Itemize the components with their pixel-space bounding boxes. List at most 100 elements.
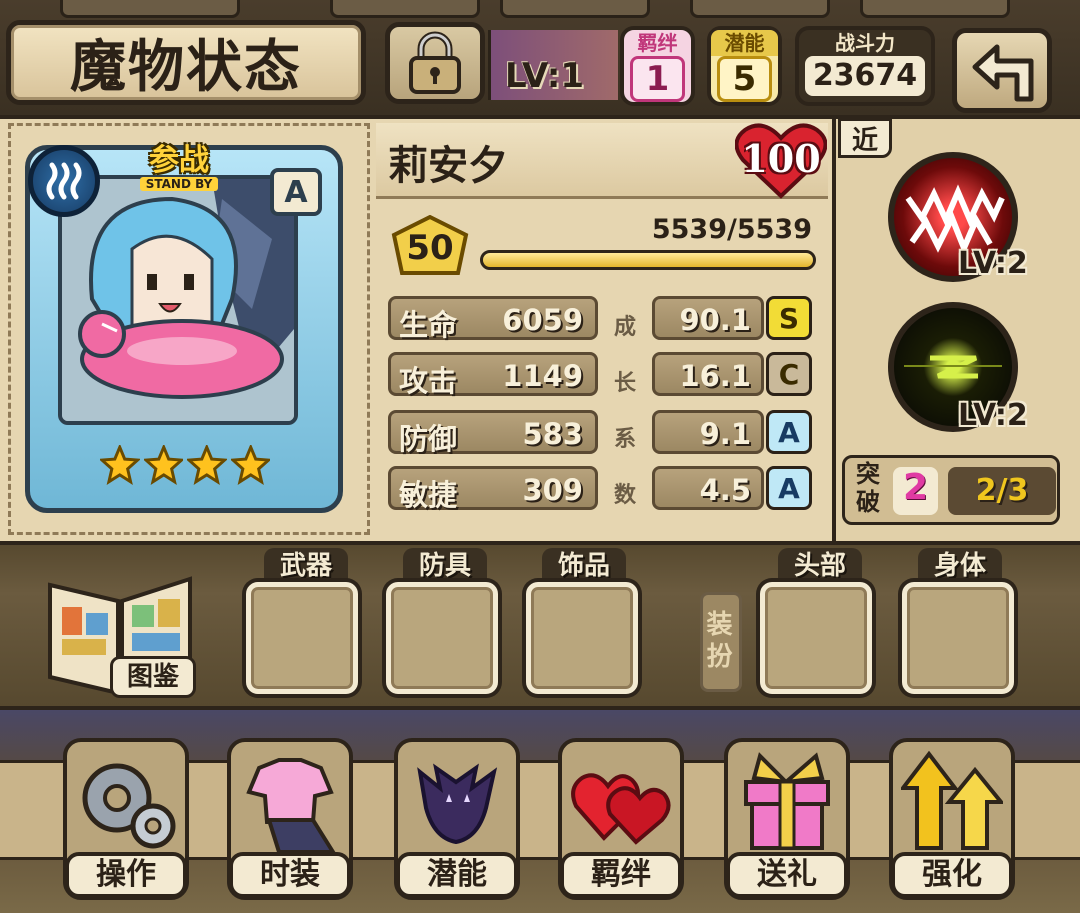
exp-bar-fill: [483, 253, 813, 267]
growth-label-char: 长: [613, 371, 636, 396]
menu-label: 送礼: [726, 852, 848, 898]
growth-value-box: 90.1: [652, 296, 764, 340]
bond-label: 羁绊: [637, 31, 678, 55]
exp-text: 5539/5539: [651, 214, 812, 245]
stat-row: 生命 6059: [388, 296, 598, 342]
menu-button-potential[interactable]: 潜能: [394, 738, 520, 900]
slot-label-accessory: 饰品: [542, 548, 626, 584]
combat-power-counter: 战斗力 23674: [795, 26, 935, 106]
growth-grade-badge: A: [766, 466, 812, 510]
gear-icon: [82, 763, 176, 849]
growth-coefficient-label: 成长系数: [610, 300, 640, 524]
back-arrow-icon: [972, 44, 1034, 101]
stat-value: 583: [522, 417, 583, 451]
growth-value: 4.5: [699, 473, 751, 507]
growth-grade-badge: S: [766, 296, 812, 340]
growth-value-box: 4.5: [652, 466, 764, 510]
potential-value: 5: [717, 56, 772, 102]
stat-name: 敏捷: [399, 478, 458, 512]
monster-portrait: [58, 175, 298, 425]
menu-label: 强化: [891, 852, 1013, 898]
back-button[interactable]: [952, 28, 1052, 113]
stat-name: 攻击: [399, 364, 458, 398]
growth-grade-badge: A: [766, 410, 812, 454]
dress-up-label: 装扮: [700, 592, 742, 692]
codex-button[interactable]: 图鉴: [110, 656, 196, 698]
menu-button-bond[interactable]: 羁绊: [558, 738, 684, 900]
affection-value: 100: [741, 136, 821, 181]
growth-label-char: 系: [613, 427, 636, 452]
skill-level: LV:2: [958, 398, 1028, 433]
standby-banner: 参战 STAND BY: [84, 135, 274, 191]
menu-button-enhance[interactable]: 强化: [889, 738, 1015, 900]
menu-label: 潜能: [396, 852, 518, 898]
potential-label: 潜能: [711, 30, 778, 56]
stat-value: 1149: [502, 359, 583, 393]
equip-slot-armor[interactable]: [386, 582, 498, 694]
attack-range-tag: 近: [838, 118, 892, 158]
growth-label-char: 成: [613, 315, 636, 340]
page-title: 魔物状态: [70, 34, 302, 100]
monster-level: 50: [406, 228, 454, 268]
gift-icon: [744, 752, 830, 850]
stat-value: 6059: [502, 303, 583, 337]
top-tab[interactable]: [690, 0, 830, 18]
menu-button-gift[interactable]: 送礼: [724, 738, 850, 900]
stat-value: 309: [522, 473, 583, 507]
stat-name: 防御: [399, 422, 458, 456]
combat-power-label: 战斗力: [835, 31, 895, 55]
top-tab[interactable]: [500, 0, 650, 18]
star-icon: [187, 445, 227, 485]
slot-label-body: 身体: [918, 548, 1002, 584]
menu-label: 羁绊: [560, 852, 682, 898]
star-icon: [230, 445, 270, 485]
monster-name: 莉安夕: [388, 143, 508, 189]
upgrade-arrows-icon: [901, 750, 1003, 850]
skill-level: LV:2: [958, 246, 1028, 281]
lock-button[interactable]: [385, 22, 485, 104]
equip-slot-accessory[interactable]: [526, 582, 638, 694]
stat-row: 敏捷 309: [388, 466, 598, 512]
growth-value-box: 9.1: [652, 410, 764, 454]
star-rating: [100, 445, 270, 495]
top-tab[interactable]: [60, 0, 240, 18]
padlock-icon: [409, 31, 461, 94]
hearts-icon: [571, 773, 671, 845]
standby-sub-label: STAND BY: [139, 177, 219, 191]
standby-main-label: 参战: [149, 143, 209, 178]
slot-label-weapon: 武器: [264, 548, 348, 584]
menu-button-costume[interactable]: 时装: [227, 738, 353, 900]
menu-button-control[interactable]: 操作: [63, 738, 189, 900]
stat-name: 生命: [399, 308, 458, 342]
growth-value: 90.1: [679, 303, 751, 337]
monster-illustration: [62, 179, 294, 421]
equip-slot-head[interactable]: [760, 582, 872, 694]
stat-row: 攻击 1149: [388, 352, 598, 398]
rank-badge: A: [270, 168, 322, 216]
preview-level-label: LV:1: [505, 56, 585, 96]
growth-grade-badge: C: [766, 352, 812, 396]
stat-row: 防御 583: [388, 410, 598, 456]
outfit-icon: [246, 758, 337, 854]
potential-counter: 潜能 5: [707, 26, 782, 106]
growth-value-box: 16.1: [652, 352, 764, 396]
star-icon: [100, 445, 140, 485]
equip-slot-weapon[interactable]: [246, 582, 358, 694]
title-plate: 魔物状态: [6, 20, 366, 105]
menu-label: 操作: [65, 852, 187, 898]
breakthrough-count: 2: [893, 467, 938, 515]
growth-value: 16.1: [679, 359, 751, 393]
slot-label-head: 头部: [778, 548, 862, 584]
combat-power-value: 23674: [805, 56, 925, 96]
bond-value: 1: [630, 56, 685, 102]
water-steam-icon: [28, 145, 100, 217]
star-icon: [143, 445, 183, 485]
menu-label: 时装: [229, 852, 351, 898]
shadow-demon-icon: [417, 763, 498, 845]
breakthrough-progress: 2/3: [948, 467, 1056, 515]
top-tab[interactable]: [330, 0, 480, 18]
equip-slot-body[interactable]: [902, 582, 1014, 694]
top-tab[interactable]: [860, 0, 1010, 18]
breakthrough-label: 突破: [856, 460, 880, 516]
growth-value: 9.1: [699, 417, 751, 451]
